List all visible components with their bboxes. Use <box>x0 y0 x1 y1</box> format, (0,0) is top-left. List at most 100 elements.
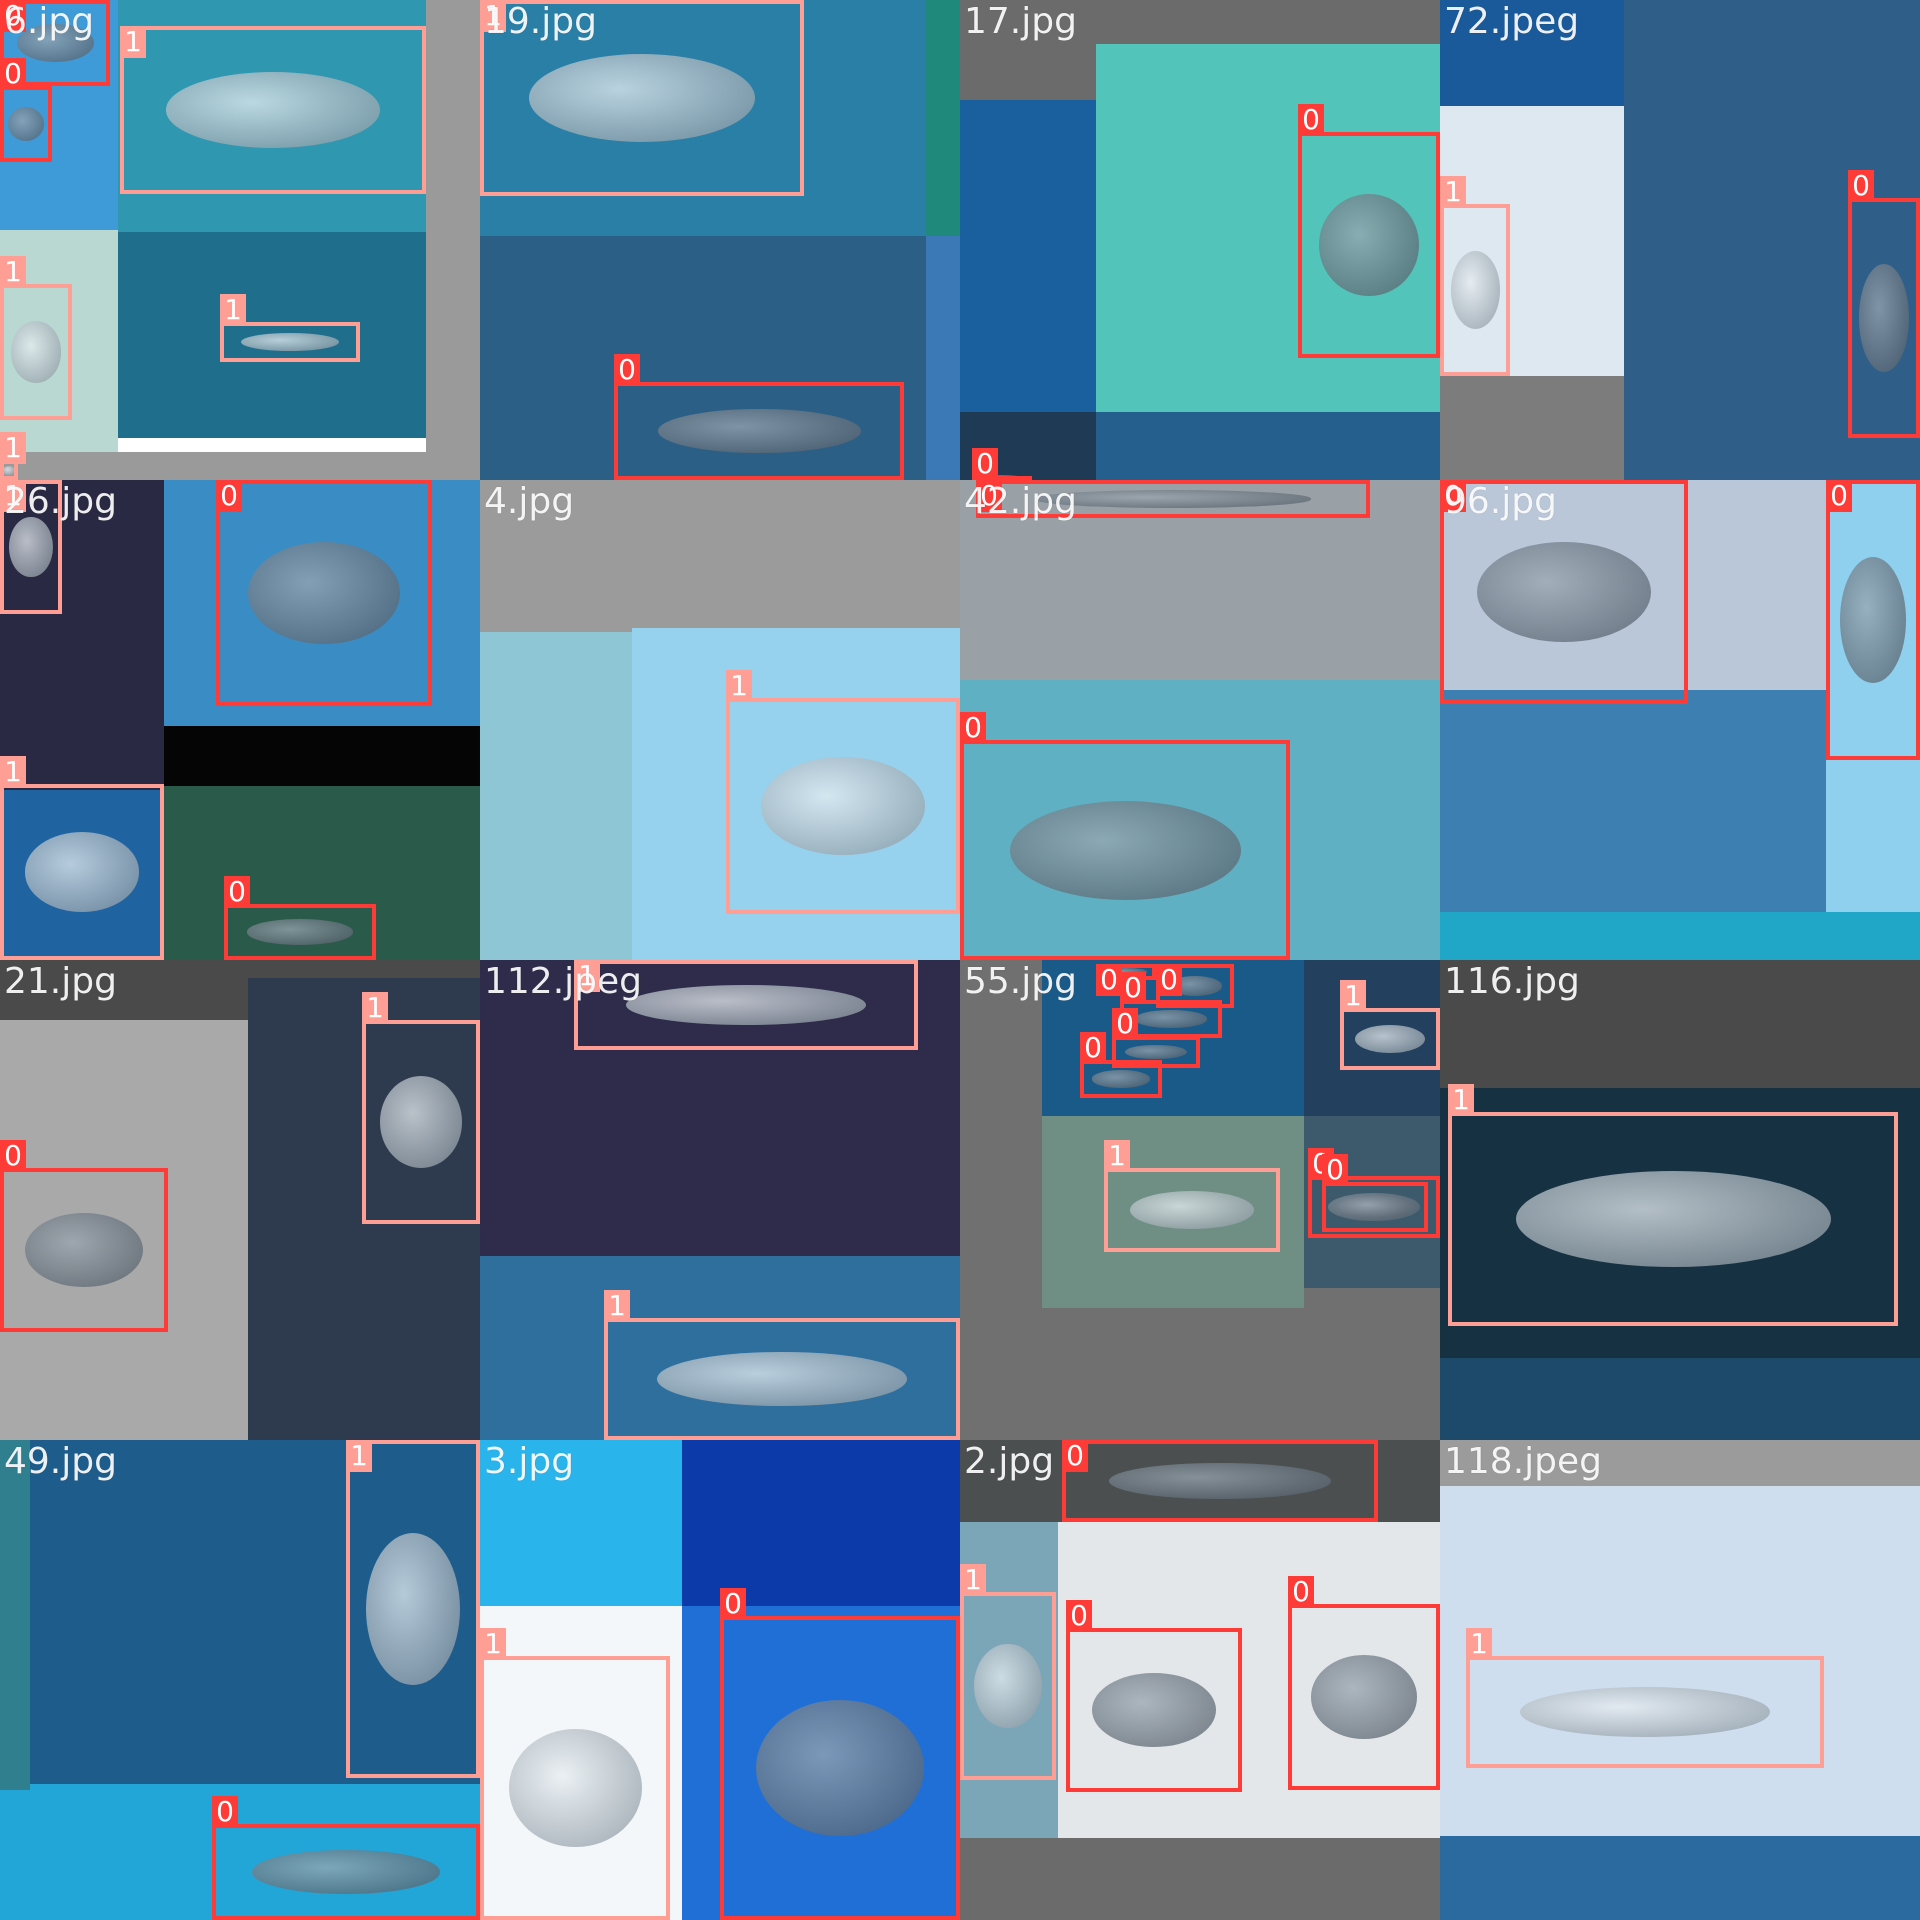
class-label: 0 <box>1322 1154 1348 1186</box>
class-label: 0 <box>212 1796 238 1828</box>
image-tile[interactable]: 0 0 17.jpg <box>960 0 1440 480</box>
class-label: 1 <box>1440 176 1466 208</box>
image-tile[interactable]: 1 118.jpeg <box>1440 1440 1920 1920</box>
detection-box-class-0: 0 <box>1298 104 1440 358</box>
image-tile[interactable]: 1 116.jpg <box>1440 960 1920 1440</box>
class-label: 1 <box>0 432 26 464</box>
class-label: 1 <box>220 294 246 326</box>
class-label: 1 <box>120 26 146 58</box>
detection-box-class-1: 1 <box>574 960 918 1050</box>
class-label: 1 <box>574 960 600 992</box>
class-label: 0 <box>1062 1440 1088 1472</box>
class-label: 1 <box>1104 1140 1130 1172</box>
detection-box-class-1: 1 <box>362 992 480 1224</box>
detection-box-class-1: 1 <box>346 1440 480 1778</box>
detection-box-class-1: 1 <box>0 480 62 614</box>
image-tile[interactable]: 0 0 96.jpg <box>1440 480 1920 960</box>
class-label: 0 <box>1848 170 1874 202</box>
detection-box-class-1: 1 <box>1340 980 1440 1070</box>
image-tile[interactable]: 0 0 42.jpg <box>960 480 1440 960</box>
detection-box-class-0: 0 <box>212 1796 480 1920</box>
class-label: 1 <box>0 256 26 288</box>
class-label: 1 <box>1448 1084 1474 1116</box>
class-label: 0 <box>1112 1008 1138 1040</box>
detection-box-class-0: 0 <box>614 354 904 480</box>
detection-box-class-0: 0 <box>960 712 1290 960</box>
detection-box-class-1: 1 <box>1104 1140 1280 1252</box>
detection-box-class-0: 0 <box>216 480 432 706</box>
class-label: 0 <box>1066 1600 1092 1632</box>
image-tile[interactable]: 1 4.jpg <box>480 480 960 960</box>
image-region <box>1440 1358 1920 1440</box>
image-region <box>480 632 632 960</box>
image-tile[interactable]: 0 1 0 0 2.jpg <box>960 1440 1440 1920</box>
class-label: 1 <box>480 1628 506 1660</box>
class-label: 0 <box>1156 964 1182 996</box>
image-region <box>1440 1836 1920 1920</box>
detection-box-class-0: 0 <box>1062 1440 1378 1522</box>
image-tile[interactable]: 1 1 112.jpeg <box>480 960 960 1440</box>
image-region <box>480 1440 682 1606</box>
image-tile[interactable]: 1 0 72.jpeg <box>1440 0 1920 480</box>
detection-mosaic: 0 0 1 1 1 1 6.jpg 1 0 19.jpg 0 0 17.jpg 1 0 72.jpeg 0 1 1 0… <box>0 0 1920 1920</box>
class-label: 0 <box>1080 1032 1106 1064</box>
class-label: 0 <box>224 876 250 908</box>
class-label: 0 <box>216 480 242 512</box>
class-label: 1 <box>1340 980 1366 1012</box>
image-region <box>960 100 1096 412</box>
detection-box-class-1: 1 <box>1448 1084 1898 1326</box>
class-label: 0 <box>1288 1576 1314 1608</box>
image-region <box>1440 0 1624 106</box>
detection-box-class-1: 1 <box>0 432 26 480</box>
image-tile[interactable]: 1 0 49.jpg <box>0 1440 480 1920</box>
detection-box-class-1: 1 <box>480 0 804 196</box>
class-label: 1 <box>480 0 506 32</box>
image-region <box>926 0 960 236</box>
image-tile[interactable]: 0 0 0 0 0 1 1 0 0 55.jpg <box>960 960 1440 1440</box>
detection-box-class-1: 1 <box>726 670 960 914</box>
class-label: 1 <box>1466 1628 1492 1660</box>
class-label: 0 <box>1440 480 1466 512</box>
image-tile[interactable]: 0 0 1 1 1 1 6.jpg <box>0 0 480 480</box>
class-label: 0 <box>0 0 26 32</box>
class-label: 1 <box>726 670 752 702</box>
image-region <box>1440 912 1920 960</box>
image-region <box>926 236 960 480</box>
image-region <box>1440 960 1920 1088</box>
detection-box-class-1: 1 <box>604 1290 960 1440</box>
image-region <box>1440 1440 1920 1486</box>
detection-box-class-0: 0 <box>0 1140 168 1332</box>
detection-box-class-1: 1 <box>1466 1628 1824 1768</box>
detection-box-class-1: 1 <box>1440 176 1510 376</box>
class-label: 1 <box>0 480 26 512</box>
image-tile[interactable]: 0 1 1 0 26.jpg <box>0 480 480 960</box>
detection-box-class-0: 0 <box>720 1588 960 1920</box>
image-tile[interactable]: 1 0 3.jpg <box>480 1440 960 1920</box>
detection-box-class-0: 0 <box>0 58 52 162</box>
detection-box-class-0: 0 <box>1322 1154 1428 1232</box>
image-region <box>1440 690 1826 912</box>
detection-box-class-1: 1 <box>480 1628 670 1920</box>
class-label: 0 <box>1096 964 1122 996</box>
detection-box-class-1: 1 <box>0 256 72 420</box>
image-region <box>164 726 480 786</box>
image-tile[interactable]: 1 0 21.jpg <box>0 960 480 1440</box>
detection-box-class-0: 0 <box>1066 1600 1242 1792</box>
class-label: 1 <box>362 992 388 1024</box>
class-label: 0 <box>1298 104 1324 136</box>
image-region <box>1096 412 1440 480</box>
class-label: 0 <box>614 354 640 386</box>
image-region <box>480 480 960 632</box>
class-label: 0 <box>976 480 1002 512</box>
image-tile[interactable]: 1 0 19.jpg <box>480 0 960 480</box>
class-label: 0 <box>1120 972 1146 1004</box>
detection-box-class-0: 0 <box>224 876 376 960</box>
class-label: 0 <box>972 448 998 480</box>
detection-box-class-0: 0 <box>1826 480 1920 760</box>
detection-box-class-0: 0 <box>1440 480 1688 704</box>
image-region <box>426 0 480 480</box>
detection-box-class-0: 0 <box>976 480 1370 518</box>
image-region <box>0 452 426 480</box>
class-label: 0 <box>960 712 986 744</box>
detection-box-class-0: 0 <box>1848 170 1920 438</box>
